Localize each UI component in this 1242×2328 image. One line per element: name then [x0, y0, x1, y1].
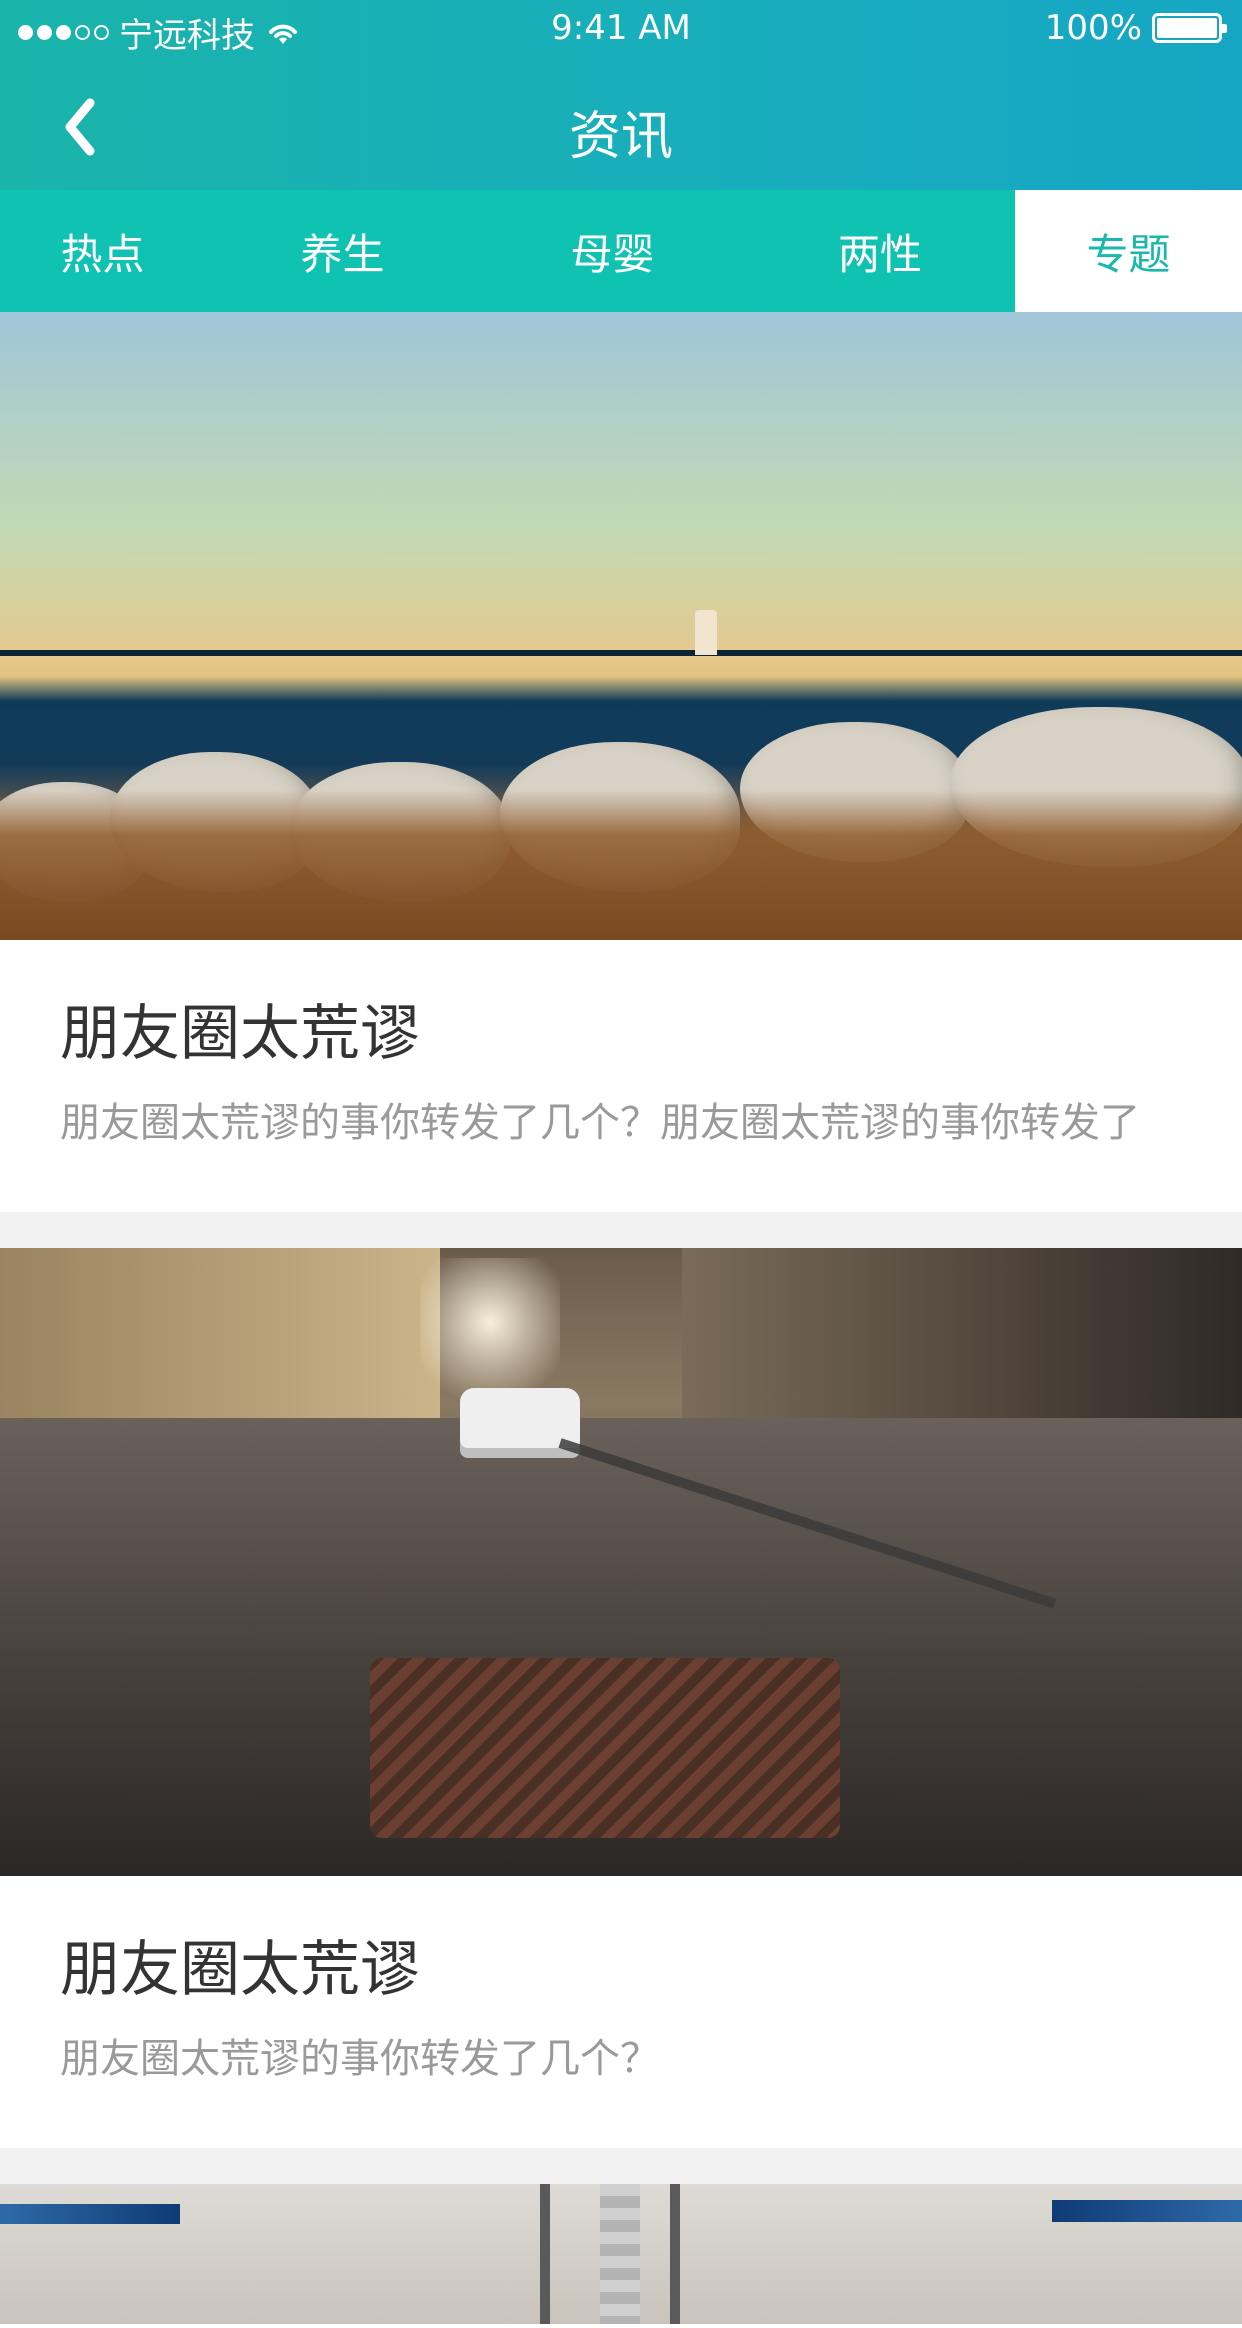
tab-relationships[interactable]: 两性	[745, 190, 1015, 312]
fence-left	[0, 2204, 180, 2224]
article-description: 朋友圈太荒谬的事你转发了几个？朋友圈太荒谬的事你转发了	[60, 1100, 1140, 1146]
status-right: 100%	[1044, 8, 1227, 48]
article-title: 朋友圈太荒谬	[60, 1935, 420, 2005]
rail-right	[670, 2184, 680, 2324]
article-title: 朋友圈太荒谬	[60, 999, 420, 1069]
grass-foreground	[0, 790, 1242, 940]
tab-hot[interactable]: 热点	[0, 190, 205, 312]
tab-maternal-baby[interactable]: 母婴	[480, 190, 745, 312]
tab-topics[interactable]: 专题	[1015, 190, 1242, 312]
article-card[interactable]: 朋友圈太荒谬 朋友圈太荒谬的事你转发了几个？朋友圈太荒谬的事你转发了	[0, 312, 1242, 1212]
category-tabs: 热点 养生 母婴 两性 专题	[0, 190, 1242, 312]
top-header: 宁远科技 9:41 AM 100% 资讯	[0, 0, 1242, 190]
page-title: 资讯	[568, 107, 673, 167]
article-card[interactable]: 朋友圈太荒谬 朋友圈太荒谬的事你转发了几个？	[0, 1248, 1242, 2148]
battery-icon	[1152, 13, 1227, 43]
nav-bar: 资讯	[0, 60, 1242, 190]
tab-health[interactable]: 养生	[205, 190, 480, 312]
article-content: 朋友圈太荒谬 朋友圈太荒谬的事你转发了几个？朋友圈太荒谬的事你转发了	[0, 940, 1242, 1212]
article-description: 朋友圈太荒谬的事你转发了几个？	[60, 2036, 660, 2082]
fence-right	[1052, 2200, 1242, 2222]
lighthouse-shape	[695, 610, 717, 655]
article-image	[0, 312, 1242, 940]
article-image	[0, 1248, 1242, 1876]
article-content: 朋友圈太荒谬 朋友圈太荒谬的事你转发了几个？	[0, 1876, 1242, 2148]
horizon-line	[0, 650, 1242, 656]
battery-fill	[1157, 18, 1217, 38]
article-card[interactable]	[0, 2184, 1242, 2328]
rail-left	[540, 2184, 550, 2324]
battery-percentage: 100%	[1044, 8, 1142, 48]
article-image	[0, 2184, 1242, 2324]
status-bar: 宁远科技 9:41 AM 100%	[0, 0, 1242, 60]
bicycle-basket	[370, 1658, 840, 1838]
rail-ties	[600, 2184, 640, 2324]
